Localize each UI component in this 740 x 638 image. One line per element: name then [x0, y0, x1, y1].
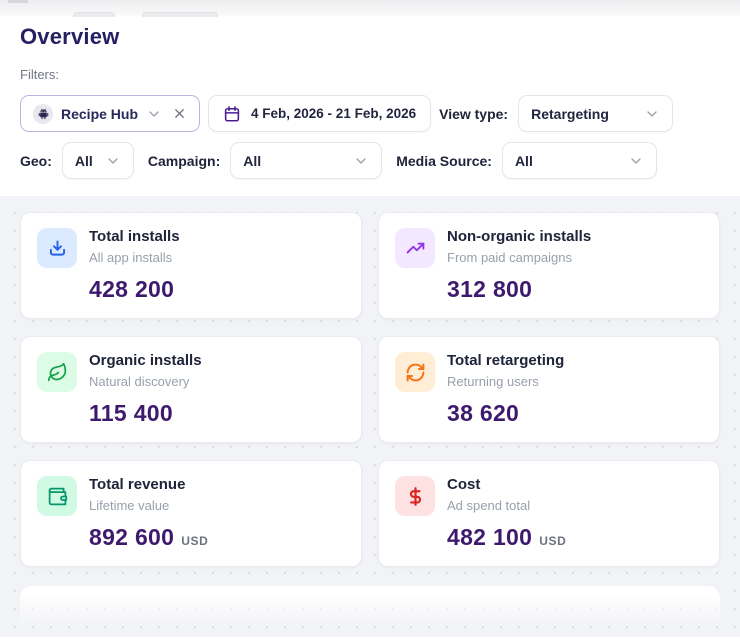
- geo-select[interactable]: All: [61, 142, 134, 179]
- metric-title: Non-organic installs: [447, 228, 592, 245]
- metric-value: 482 100: [447, 524, 533, 550]
- metric-card: Non-organic installs From paid campaigns…: [378, 212, 720, 319]
- download-icon: [37, 228, 77, 268]
- metric-title: Total revenue: [89, 476, 186, 493]
- metric-title: Total installs: [89, 228, 180, 245]
- metrics-grid: Total installs All app installs 428 200 …: [20, 212, 720, 567]
- metric-subtitle: Ad spend total: [447, 497, 531, 513]
- chevron-down-icon: [647, 110, 657, 117]
- metric-subtitle: Returning users: [447, 373, 539, 389]
- page-title: Overview: [20, 24, 120, 49]
- leaf-icon: [37, 352, 77, 392]
- top-edge-strip: [0, 0, 740, 17]
- metric-subtitle: Natural discovery: [89, 373, 190, 389]
- filters-label: Filters:: [20, 67, 59, 82]
- metric-card: Total installs All app installs 428 200: [20, 212, 362, 319]
- view-type-filter: View type: Retargeting: [439, 95, 674, 132]
- chevron-down-icon: [356, 157, 366, 164]
- metric-value: 115 400: [89, 400, 173, 426]
- geo-filter: Geo: All: [20, 142, 134, 179]
- close-icon[interactable]: [172, 106, 187, 121]
- geo-label: Geo:: [20, 152, 52, 169]
- app-filter-chip[interactable]: Recipe Hub: [20, 95, 201, 132]
- metrics-panel: Total installs All app installs 428 200 …: [0, 196, 740, 637]
- media-source-label: Media Source:: [396, 152, 492, 169]
- dollar-icon: [395, 476, 435, 516]
- filter-row-secondary: Geo: All Campaign: All Media Source: All: [20, 142, 720, 179]
- android-icon: [33, 103, 53, 124]
- trending-up-icon: [395, 228, 435, 268]
- metric-card: Total retargeting Returning users 38 620: [378, 336, 720, 443]
- window-corner-fragment: [8, 0, 28, 3]
- metric-value: 428 200: [89, 276, 175, 302]
- metric-value: 892 600: [89, 524, 175, 550]
- campaign-select[interactable]: All: [230, 142, 383, 179]
- calendar-icon: [224, 105, 240, 122]
- wallet-icon: [37, 476, 77, 516]
- chevron-down-icon: [108, 157, 118, 164]
- metric-subtitle: From paid campaigns: [447, 249, 572, 265]
- app-filter-value: Recipe Hub: [61, 105, 139, 122]
- campaign-filter: Campaign: All: [147, 142, 383, 179]
- refresh-icon: [395, 352, 435, 392]
- metric-value: 38 620: [447, 400, 520, 426]
- metric-title: Cost: [447, 476, 481, 493]
- metric-card: Total revenue Lifetime value 892 600 USD: [20, 460, 362, 567]
- metric-subtitle: Lifetime value: [89, 497, 170, 513]
- tab-fragment: [142, 12, 218, 17]
- metric-unit: USD: [539, 534, 567, 548]
- media-source-select[interactable]: All: [501, 142, 657, 179]
- header-section: Overview Filters: Recipe Hub 4 Feb, 2026…: [0, 16, 740, 179]
- date-range-value: 4 Feb, 2026 - 21 Feb, 2026: [251, 106, 417, 121]
- metric-title: Total retargeting: [447, 352, 565, 369]
- view-type-label: View type:: [439, 105, 509, 122]
- metric-unit: USD: [181, 534, 209, 548]
- media-source-filter: Media Source: All: [396, 142, 657, 179]
- metric-card: Cost Ad spend total 482 100 USD: [378, 460, 720, 567]
- tab-fragment: [73, 12, 115, 17]
- chevron-down-icon: [631, 157, 641, 164]
- metric-value: 312 800: [447, 276, 533, 302]
- metric-title: Organic installs: [89, 352, 202, 369]
- view-type-select[interactable]: Retargeting: [518, 95, 674, 132]
- metric-card: Organic installs Natural discovery 115 4…: [20, 336, 362, 443]
- campaign-label: Campaign:: [147, 152, 221, 169]
- chevron-down-icon[interactable]: [146, 106, 162, 122]
- date-range-picker[interactable]: 4 Feb, 2026 - 21 Feb, 2026: [208, 95, 432, 132]
- metric-subtitle: All app installs: [89, 249, 173, 265]
- next-section-card-edge: [20, 586, 720, 637]
- filter-row-primary: Recipe Hub 4 Feb, 2026 - 21 Feb, 2026 Vi…: [20, 95, 720, 132]
